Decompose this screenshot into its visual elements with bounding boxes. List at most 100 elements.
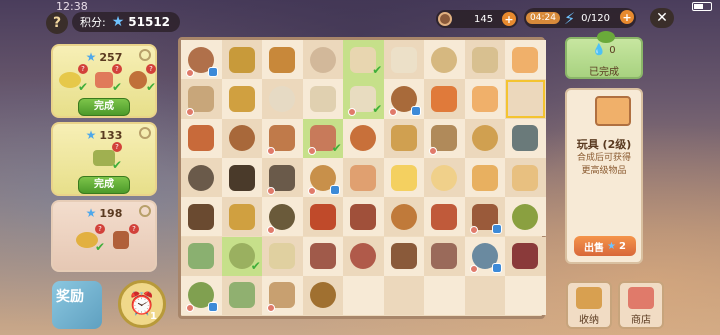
board-item[interactable] [267, 164, 296, 195]
board-cell[interactable] [424, 197, 465, 237]
refresh-icon[interactable] [139, 49, 151, 61]
board-cell[interactable] [302, 40, 343, 80]
board-cell[interactable] [302, 157, 343, 198]
board-cell[interactable] [221, 275, 262, 316]
board-item[interactable] [267, 125, 296, 156]
board-cell[interactable] [505, 275, 546, 316]
board-cell[interactable] [383, 157, 424, 198]
board-cell[interactable] [343, 118, 384, 158]
board-cell[interactable] [424, 118, 465, 158]
refresh-icon[interactable] [139, 127, 151, 139]
board-cell[interactable] [262, 118, 303, 158]
board-cell[interactable] [383, 118, 424, 158]
complete-button[interactable]: 完成 [78, 176, 130, 194]
board-cell[interactable] [464, 197, 505, 237]
board-item[interactable] [388, 85, 421, 116]
board-cell[interactable] [505, 197, 546, 237]
board-cell[interactable] [505, 40, 546, 80]
board-cell[interactable] [464, 236, 505, 276]
board-cell[interactable] [262, 40, 303, 80]
board-cell[interactable] [343, 236, 384, 276]
board-item[interactable] [350, 125, 377, 152]
storage-button[interactable]: 收纳 [566, 281, 612, 329]
board-item[interactable] [350, 203, 377, 230]
board-cell[interactable] [343, 275, 384, 316]
board-item[interactable] [186, 282, 219, 313]
board-cell[interactable] [343, 197, 384, 237]
board-cell[interactable] [424, 79, 465, 119]
board-cell[interactable] [262, 79, 303, 119]
board-cell[interactable] [302, 236, 343, 276]
board-item[interactable] [390, 46, 417, 73]
add-coins-button[interactable]: + [502, 12, 516, 26]
board-item[interactable] [309, 46, 336, 73]
board-item[interactable] [309, 243, 336, 270]
board-cell[interactable] [505, 157, 546, 198]
board-cell[interactable] [302, 197, 343, 237]
board-item[interactable] [188, 203, 215, 230]
help-button[interactable]: ? [46, 12, 68, 34]
complete-button[interactable]: 完成 [78, 98, 130, 116]
board-cell[interactable] [262, 157, 303, 198]
board-cell[interactable] [262, 197, 303, 237]
board-cell[interactable] [464, 40, 505, 80]
board-item[interactable] [269, 46, 296, 73]
board-item[interactable] [431, 85, 458, 112]
board-item[interactable] [390, 243, 417, 270]
board-item[interactable] [307, 164, 340, 195]
board-item[interactable] [512, 46, 539, 73]
board-cell[interactable] [302, 275, 343, 316]
board-item[interactable] [186, 46, 219, 77]
board-cell[interactable] [383, 40, 424, 80]
board-cell[interactable] [424, 275, 465, 316]
board-item[interactable] [228, 282, 255, 309]
board-cell[interactable] [181, 40, 222, 80]
board-cell[interactable] [181, 275, 222, 316]
board-item[interactable] [188, 243, 215, 270]
board-item[interactable] [228, 164, 255, 191]
board-cell[interactable] [262, 236, 303, 276]
board-cell[interactable] [424, 157, 465, 198]
board-cell[interactable] [221, 118, 262, 158]
board-cell[interactable] [343, 157, 384, 198]
board-cell[interactable] [424, 40, 465, 80]
board-item[interactable] [350, 164, 377, 191]
board-item[interactable] [390, 125, 417, 152]
close-button[interactable]: ✕ [650, 8, 674, 28]
board-cell[interactable] [505, 79, 546, 119]
board-item[interactable] [350, 243, 377, 270]
board-item[interactable] [188, 164, 215, 191]
board-item[interactable] [471, 85, 498, 112]
board-cell[interactable] [221, 197, 262, 237]
board-item[interactable] [469, 243, 502, 274]
board-item[interactable] [512, 125, 539, 152]
sell-button[interactable]: 出售 ★ 2 [574, 236, 636, 256]
board-item[interactable]: ✔ [348, 85, 382, 116]
board-cell[interactable]: ✔ [302, 118, 343, 158]
board-item[interactable]: ✔ [307, 125, 342, 156]
board-item[interactable] [471, 46, 498, 73]
board-item[interactable] [431, 46, 458, 73]
board-item[interactable] [228, 85, 255, 112]
board-item[interactable]: ✔ [228, 243, 261, 273]
board-item[interactable] [429, 125, 458, 156]
board-cell[interactable] [221, 157, 262, 198]
board-item[interactable] [431, 243, 458, 270]
clock-booster-button[interactable]: ⏰ [118, 280, 166, 328]
board-item[interactable] [512, 203, 539, 230]
board-item[interactable] [309, 282, 336, 309]
board-item[interactable] [269, 85, 296, 112]
board-item[interactable] [512, 164, 539, 191]
board-item[interactable] [188, 125, 215, 152]
board-item[interactable] [390, 203, 417, 230]
board-cell[interactable]: ✔ [343, 40, 384, 80]
reward-button[interactable]: 奖励 [52, 281, 102, 329]
energy-reward-card[interactable]: 💧 0 已完成 [565, 31, 643, 79]
board-cell[interactable] [181, 236, 222, 276]
order-card-1[interactable]: ★ 257 ? ✔ ? ✔ ? ✔ 完成 [51, 44, 157, 118]
board-item[interactable] [309, 203, 336, 230]
board-item[interactable] [469, 203, 502, 234]
board-item[interactable] [228, 203, 255, 230]
refresh-icon[interactable] [139, 205, 151, 217]
board-item[interactable] [390, 164, 417, 191]
